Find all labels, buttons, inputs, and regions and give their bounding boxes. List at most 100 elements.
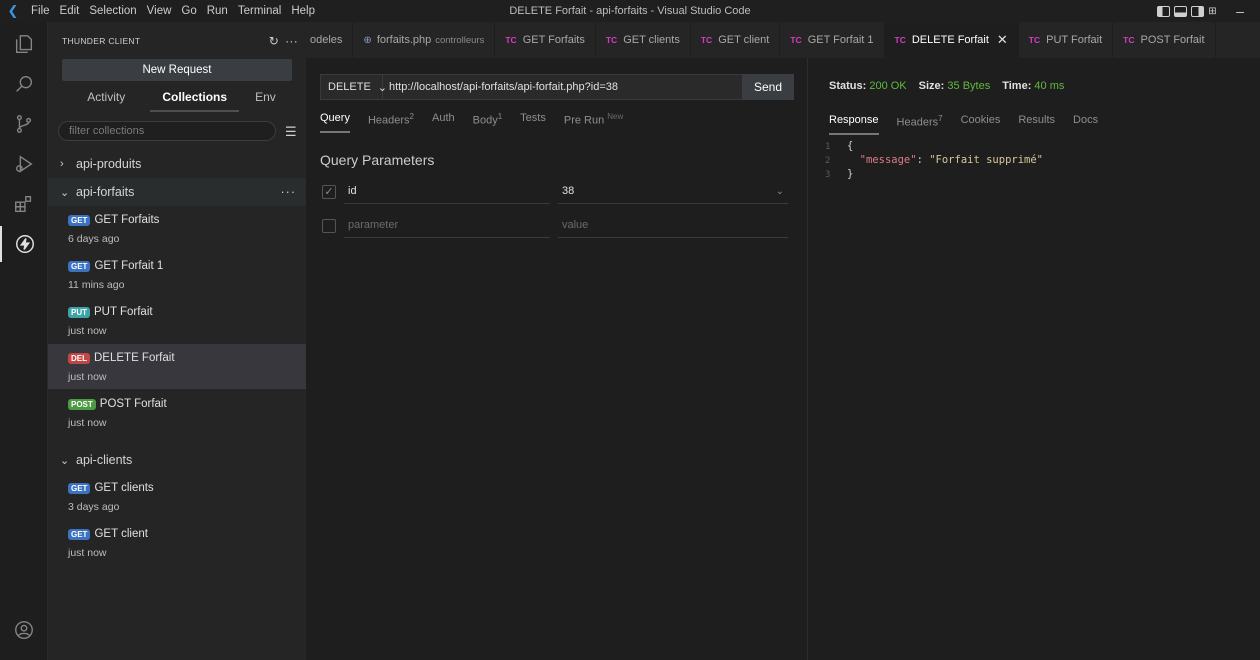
new-tag: New	[607, 112, 624, 121]
toggle-primary-sidebar-icon[interactable]	[1157, 5, 1171, 17]
menu-edit[interactable]: Edit	[55, 0, 85, 22]
tab-modeles[interactable]: odeles	[306, 22, 354, 58]
editor-tabs: odeles ⊕ forfaits.php controlleurs TC GE…	[306, 22, 1260, 58]
thunder-client-tab-icon: TC	[1028, 35, 1041, 45]
tab-results[interactable]: Results	[1018, 114, 1055, 135]
tab-auth[interactable]: Auth	[432, 112, 455, 133]
menu-go[interactable]: Go	[176, 0, 201, 22]
param-checkbox[interactable]: ✓	[322, 185, 336, 199]
collection-api-produits[interactable]: › api-produits	[48, 150, 306, 178]
param-value-input[interactable]: 38 ⌄	[558, 182, 788, 204]
run-debug-icon[interactable]	[0, 146, 48, 182]
tab-docs[interactable]: Docs	[1073, 114, 1098, 135]
tab-headers[interactable]: Headers2	[368, 112, 414, 133]
request-item-get-client[interactable]: GET GET client just now	[48, 520, 306, 565]
tab-cookies[interactable]: Cookies	[961, 114, 1001, 135]
tab-get-client[interactable]: TC GET client	[691, 22, 781, 58]
json-value: "Forfait supprimé"	[929, 154, 1044, 166]
param-value-input[interactable]: value	[558, 216, 788, 238]
account-icon[interactable]	[0, 612, 48, 648]
method-value: DELETE	[328, 81, 371, 93]
tab-query[interactable]: Query	[320, 112, 350, 133]
collection-name: api-produits	[76, 157, 142, 171]
thunder-client-tab-icon: TC	[790, 35, 802, 45]
refresh-icon[interactable]: ↻	[269, 34, 279, 48]
method-select[interactable]: DELETE ⌄	[321, 75, 387, 99]
request-time: just now	[68, 417, 107, 429]
source-control-icon[interactable]	[0, 106, 48, 142]
new-request-button[interactable]: New Request	[62, 59, 292, 81]
collection-more-icon[interactable]: ···	[281, 185, 297, 199]
response-tabs: Response Headers7 Cookies Results Docs	[829, 114, 1116, 135]
response-body: 1{ 2 "message": "Forfait supprimé" 3}	[825, 140, 1044, 180]
collection-api-clients[interactable]: ⌄ api-clients	[48, 446, 306, 474]
filter-collections-input[interactable]: filter collections	[58, 121, 276, 141]
chevron-down-icon[interactable]: ⌄	[776, 183, 784, 201]
url-input[interactable]: http://localhost/api-forfaits/api-forfai…	[383, 81, 793, 93]
minimize-icon[interactable]: –	[1236, 3, 1244, 19]
method-badge: GET	[68, 214, 91, 226]
tab-collections[interactable]: Collections	[150, 84, 239, 112]
request-item-get-forfaits[interactable]: GET GET Forfaits 6 days ago	[48, 206, 306, 251]
tab-headers-label: Headers	[367, 114, 410, 127]
request-name: GET client	[94, 528, 148, 540]
size-label: Size:	[918, 80, 945, 92]
menu-terminal[interactable]: Terminal	[233, 0, 286, 22]
request-item-get-clients[interactable]: GET GET clients 3 days ago	[48, 474, 306, 519]
tab-get-forfaits[interactable]: TC GET Forfaits	[495, 22, 596, 58]
tab-response-headers[interactable]: Headers7	[897, 114, 943, 135]
menu-run[interactable]: Run	[202, 0, 233, 22]
request-name: PUT Forfait	[94, 306, 153, 318]
menu-bar: File Edit Selection View Go Run Terminal…	[26, 0, 320, 22]
tab-forfaits-php[interactable]: ⊕ forfaits.php controlleurs	[353, 22, 496, 58]
request-name: GET Forfait 1	[94, 260, 164, 272]
tab-tests[interactable]: Tests	[520, 112, 546, 133]
sidebar-title: THUNDER CLIENT	[62, 36, 141, 46]
request-time: 6 days ago	[68, 233, 120, 245]
more-actions-icon[interactable]: ···	[285, 34, 298, 48]
request-item-put-forfait[interactable]: PUT PUT Forfait just now	[48, 298, 306, 343]
search-icon[interactable]	[0, 66, 48, 102]
toggle-panel-icon[interactable]	[1174, 5, 1188, 17]
toggle-secondary-sidebar-icon[interactable]	[1191, 5, 1205, 17]
customize-layout-icon[interactable]: ⊞	[1208, 6, 1222, 17]
tab-delete-forfait[interactable]: TC DELETE Forfait ✕	[884, 22, 1019, 58]
param-key-input[interactable]: parameter	[344, 216, 550, 238]
request-item-post-forfait[interactable]: POST POST Forfait just now	[48, 390, 306, 435]
request-item-get-forfait-1[interactable]: GET GET Forfait 1 11 mins ago	[48, 252, 306, 297]
code-text: }	[847, 168, 854, 180]
param-key-input[interactable]: id	[344, 182, 550, 204]
line-number: 1	[825, 142, 831, 152]
thunder-client-tab-icon: TC	[894, 35, 906, 45]
request-item-delete-forfait[interactable]: DEL DELETE Forfait just now	[48, 344, 306, 389]
tab-env[interactable]: Env	[239, 84, 292, 112]
thunder-client-icon[interactable]	[0, 226, 48, 262]
extensions-icon[interactable]	[0, 186, 48, 222]
send-button[interactable]: Send	[742, 74, 794, 100]
tab-get-clients[interactable]: TC GET clients	[596, 22, 691, 58]
thunder-client-tab-icon: TC	[700, 35, 713, 45]
activity-bar	[0, 22, 48, 660]
collection-api-forfaits[interactable]: ⌄ api-forfaits ···	[48, 178, 306, 206]
tab-pre-run[interactable]: Pre Run New	[564, 112, 623, 133]
menu-file[interactable]: File	[26, 0, 55, 22]
menu-view[interactable]: View	[142, 0, 177, 22]
thunder-client-tab-icon: TC	[1123, 35, 1135, 45]
tab-put-forfait[interactable]: TC PUT Forfait	[1019, 22, 1114, 58]
tab-label: GET Forfaits	[522, 34, 585, 46]
param-checkbox[interactable]	[322, 219, 336, 233]
vscode-logo-icon: ❮	[7, 3, 19, 18]
explorer-icon[interactable]	[0, 26, 48, 62]
filter-menu-icon[interactable]: ☰	[285, 124, 297, 140]
menu-help[interactable]: Help	[286, 0, 320, 22]
menu-selection[interactable]: Selection	[84, 0, 141, 22]
close-icon[interactable]: ✕	[997, 32, 1008, 48]
line-number: 3	[825, 170, 831, 180]
tab-activity[interactable]: Activity	[62, 84, 150, 112]
request-name: GET Forfaits	[94, 214, 160, 226]
tab-response[interactable]: Response	[829, 114, 879, 135]
status-value: 200 OK	[869, 80, 907, 92]
tab-post-forfait[interactable]: TC POST Forfait	[1113, 22, 1216, 58]
tab-get-forfait-1[interactable]: TC GET Forfait 1	[780, 22, 885, 58]
tab-body[interactable]: Body1	[473, 112, 503, 133]
